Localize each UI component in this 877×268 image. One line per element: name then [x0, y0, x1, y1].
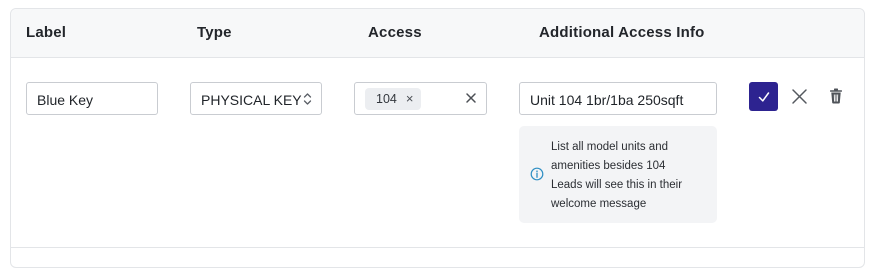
type-select[interactable]: PHYSICAL KEY — [190, 82, 322, 115]
label-input[interactable]: Blue Key — [26, 82, 158, 115]
column-header-type: Type — [197, 24, 232, 41]
chevron-up-down-icon — [303, 92, 312, 106]
help-line: Leads will see this in their — [551, 176, 711, 195]
confirm-button[interactable] — [749, 82, 778, 111]
clear-icon[interactable] — [464, 91, 478, 105]
row-divider — [11, 247, 864, 248]
access-chip: 104 × — [365, 88, 421, 110]
additional-info-value: Unit 104 1br/1ba 250sqft — [530, 92, 683, 108]
access-multiselect[interactable]: 104 × — [354, 82, 487, 115]
trash-icon[interactable] — [829, 88, 843, 104]
column-header-label: Label — [26, 24, 66, 41]
label-input-value: Blue Key — [37, 92, 93, 108]
additional-info-input[interactable]: Unit 104 1br/1ba 250sqft — [519, 82, 717, 115]
check-icon — [757, 90, 771, 104]
help-line: welcome message — [551, 195, 711, 214]
additional-info-help: List all model units and amenities besid… — [519, 126, 717, 223]
column-header-access: Access — [368, 24, 422, 41]
column-header-additional-info: Additional Access Info — [539, 24, 705, 41]
table-header: Label Type Access Additional Access Info — [11, 9, 864, 58]
info-icon — [530, 167, 544, 181]
access-chip-label: 104 — [376, 88, 397, 110]
help-line: amenities besides 104 — [551, 157, 711, 176]
help-text: List all model units and amenities besid… — [551, 138, 711, 214]
cancel-button[interactable] — [791, 88, 808, 105]
type-select-value: PHYSICAL KEY — [201, 92, 302, 108]
access-table: Label Type Access Additional Access Info… — [10, 8, 865, 268]
chip-remove-icon[interactable]: × — [406, 88, 414, 110]
help-line: List all model units and — [551, 138, 711, 157]
